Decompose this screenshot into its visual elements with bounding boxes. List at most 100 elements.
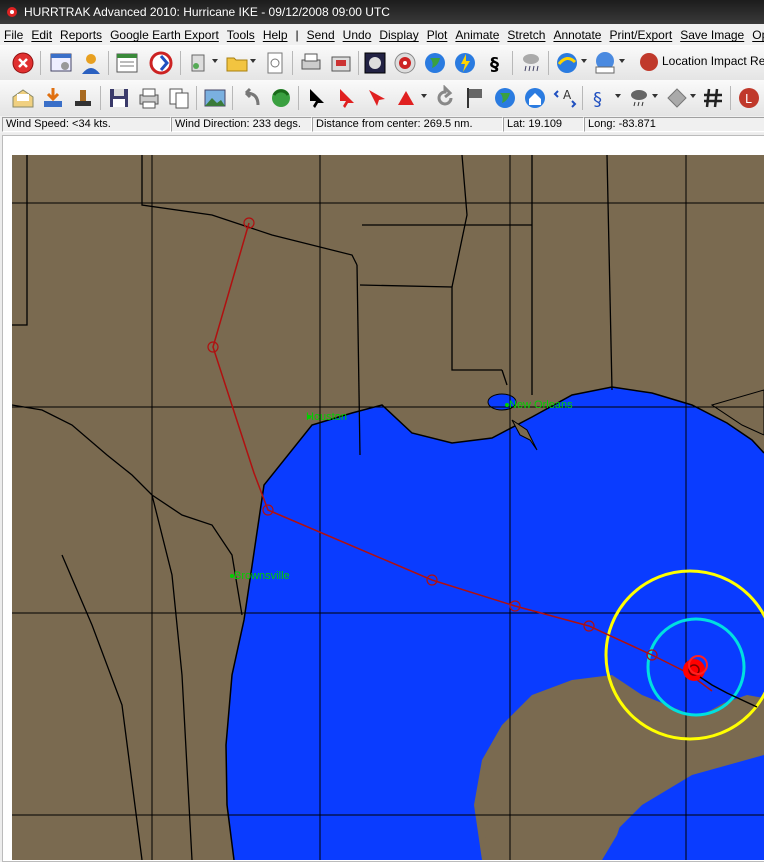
chevron-down-icon[interactable] [421,94,427,98]
document-button[interactable] [262,50,288,76]
longitude-field: Long: -83.871 [584,117,764,132]
menu-display[interactable]: Display [375,25,422,42]
chevron-down-icon[interactable] [619,59,625,63]
print-button[interactable] [136,85,162,111]
copy-button[interactable] [166,85,192,111]
rain-button[interactable] [518,50,544,76]
globe-icon [425,53,445,73]
latitude-field: Lat: 19.109 [503,117,584,132]
chevron-down-icon[interactable] [250,59,256,63]
chevron-down-icon[interactable] [212,59,218,63]
menu-google-earth-export[interactable]: Google Earth Export [106,25,223,42]
diamond-button[interactable] [664,85,690,111]
refresh-button[interactable] [148,50,174,76]
save-button[interactable] [106,85,132,111]
storm-symbol-button[interactable]: § [588,85,614,111]
city-label-brownsville[interactable]: Brownsville [234,570,290,582]
location-impact-label: Location Impact Repo [662,54,764,69]
toolbar-separator [730,86,731,110]
open-folder-button[interactable] [224,50,250,76]
document-icon [267,52,283,74]
red-arrow-2-tool-button[interactable] [364,85,390,111]
toolbar-secondary: A § L [0,80,764,117]
multi-arrow-tool-button[interactable] [394,85,420,111]
menu-tools[interactable]: Tools [223,25,259,42]
hurricane-map[interactable]: Houston New Orleans Brownsville [12,155,764,860]
globe-arrow-icon [557,53,577,73]
city-dot [230,574,234,578]
export-icon [331,56,351,72]
model-globe-button[interactable] [554,50,580,76]
menu-plot[interactable]: Plot [423,25,452,42]
hurricane-symbol-button[interactable]: § [482,50,508,76]
download-icon [44,88,62,107]
text-annotate-button[interactable]: A [552,85,578,111]
kml-button[interactable] [592,50,618,76]
location-report-icon: L [739,88,759,108]
pointer-tool-button[interactable] [304,85,330,111]
title-bar: HURRTRAK Advanced 2010: Hurricane IKE - … [0,0,764,24]
home-globe-button[interactable] [522,85,548,111]
storm-settings-button[interactable] [48,50,74,76]
menu-edit[interactable]: Edit [27,25,56,42]
location-button[interactable]: L [736,85,762,111]
stamp-button[interactable] [70,85,96,111]
menu-save-image[interactable]: Save Image [676,25,748,42]
user-icon [82,54,100,74]
weather-button[interactable] [626,85,652,111]
hurricane-symbol-icon: § [490,54,499,75]
satellite-image-button[interactable] [362,50,388,76]
toolbar-separator [292,51,293,75]
data-dropdown-button[interactable] [186,50,212,76]
folder-icon [226,57,248,72]
mail-open-icon [12,89,34,108]
menu-send[interactable]: Send [303,25,339,42]
rotate-button[interactable] [432,85,458,111]
open-mail-button[interactable] [10,85,36,111]
toolbar-separator [358,51,359,75]
toolbar-separator [100,86,101,110]
red-arrow-tool-button[interactable] [334,85,360,111]
user-button[interactable] [78,50,104,76]
flag-button[interactable] [462,85,488,111]
radar-icon [394,52,416,74]
chevron-down-icon[interactable] [615,94,621,98]
grid-button[interactable] [700,85,726,111]
location-impact-icon [640,53,658,71]
menu-undo[interactable]: Undo [339,25,376,42]
export-button[interactable] [328,50,354,76]
radar-button[interactable] [392,50,418,76]
menu-options[interactable]: Op [748,25,764,42]
chevron-down-icon[interactable] [652,94,658,98]
menu-reports[interactable]: Reports [56,25,106,42]
track-list-button[interactable] [114,50,140,76]
download-button[interactable] [40,85,66,111]
text-annotate-icon: A [553,88,577,108]
menu-print-export[interactable]: Print/Export [605,25,676,42]
chevron-down-icon[interactable] [581,59,587,63]
print-settings-button[interactable] [298,50,324,76]
city-label-new-orleans[interactable]: New Orleans [509,399,573,411]
menu-file[interactable]: File [0,25,27,42]
globe-lightning-button[interactable] [452,50,478,76]
forward-globe-button[interactable] [268,85,294,111]
toolbar-separator [512,51,513,75]
chevron-down-icon[interactable] [690,94,696,98]
grid-icon [704,88,722,108]
location-impact-report-button[interactable]: Location Impact Repo [640,53,764,71]
globe-button[interactable] [422,50,448,76]
menu-animate[interactable]: Animate [451,25,503,42]
earth-button[interactable] [492,85,518,111]
image-button[interactable] [202,85,228,111]
printer-gear-icon [301,53,321,70]
city-label-houston[interactable]: Houston [306,411,347,423]
menu-annotate[interactable]: Annotate [549,25,605,42]
back-button[interactable] [238,85,264,111]
menu-help[interactable]: Help [259,25,292,42]
svg-text:A: A [563,88,572,102]
toolbar-separator [298,86,299,110]
close-storm-button[interactable] [10,50,36,76]
kml-icon [595,52,615,74]
menu-stretch[interactable]: Stretch [503,25,549,42]
wind-speed-field: Wind Speed: <34 kts. [2,117,171,132]
